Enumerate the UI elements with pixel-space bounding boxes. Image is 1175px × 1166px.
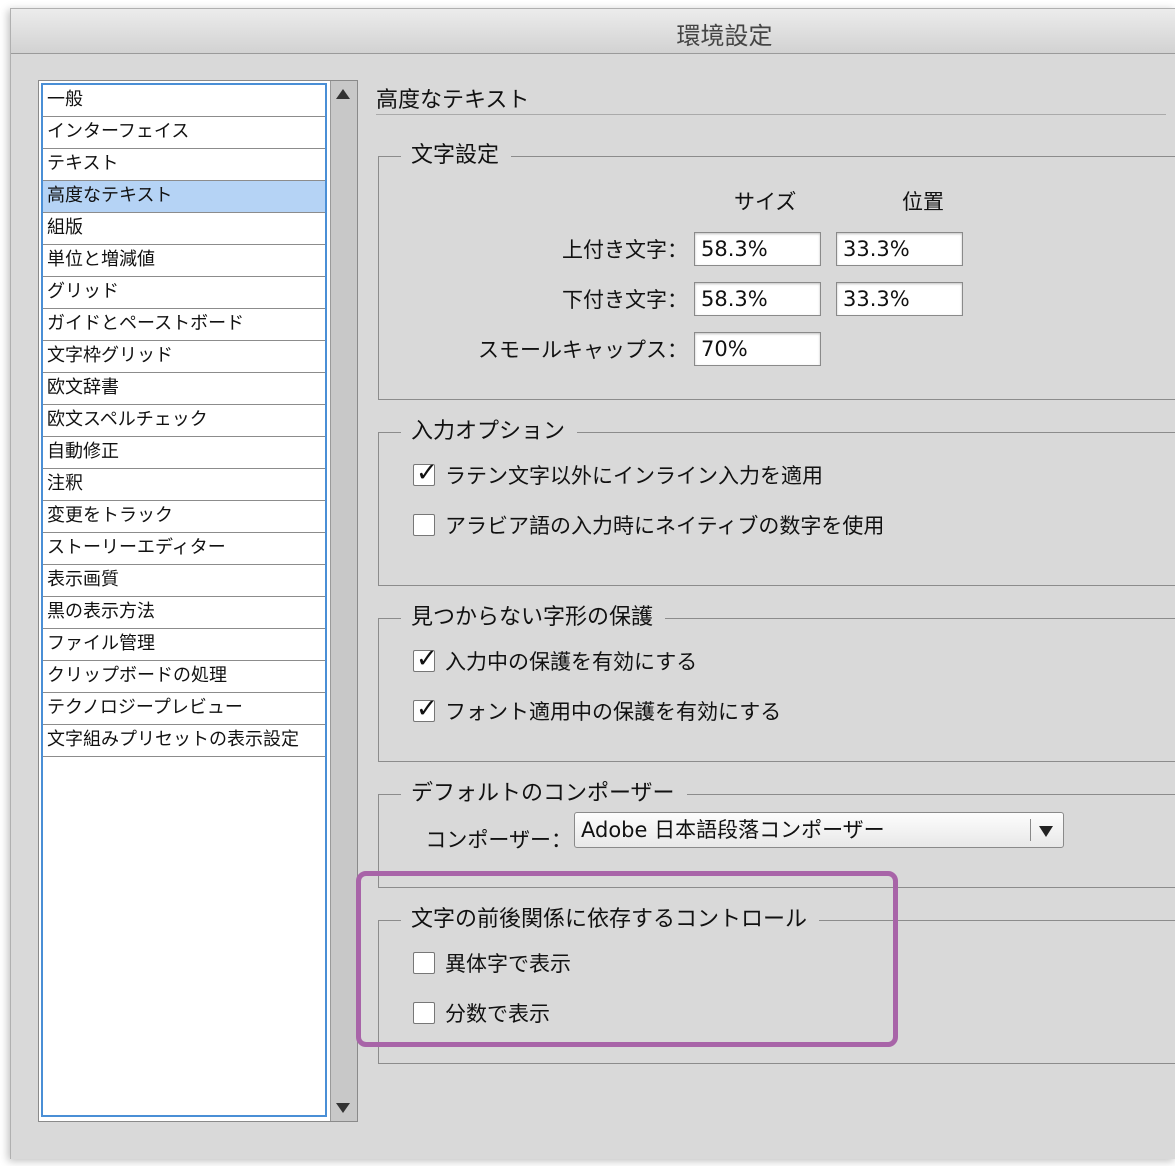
sidebar-item-story-editor[interactable]: ストーリーエディター (43, 533, 325, 565)
input-options-legend: 入力オプション (401, 417, 578, 447)
sidebar-item-composition[interactable]: 組版 (43, 213, 325, 245)
checkmark-icon: ✓ (416, 644, 438, 674)
superscript-size-field[interactable]: 58.3% (694, 232, 821, 266)
missing-glyph-legend: 見つからない字形の保護 (401, 603, 666, 633)
checkmark-icon: ✓ (416, 458, 438, 488)
protect-typing-checkbox[interactable]: ✓ (413, 644, 438, 674)
position-column-header: 位置 (902, 190, 944, 214)
protect-typing-label[interactable]: 入力中の保護を有効にする (445, 649, 697, 675)
category-list-container: 一般 インターフェイス テキスト 高度なテキスト 組版 単位と増減値 グリッド … (38, 80, 358, 1122)
category-list[interactable]: 一般 インターフェイス テキスト 高度なテキスト 組版 単位と増減値 グリッド … (41, 83, 327, 1117)
scroll-down-arrow-icon[interactable] (336, 1103, 350, 1113)
input-options-group: 入力オプション (378, 417, 1175, 586)
sidebar-item-autocorrect[interactable]: 自動修正 (43, 437, 325, 469)
chevron-down-icon[interactable] (1039, 826, 1053, 837)
sidebar-item-file-handling[interactable]: ファイル管理 (43, 629, 325, 661)
window-title: 環境設定 (676, 22, 773, 50)
sidebar-item-general[interactable]: 一般 (43, 85, 325, 117)
title-bar: 環境設定 (11, 9, 1175, 54)
panel-title: 高度なテキスト (376, 88, 530, 113)
inline-input-label[interactable]: ラテン文字以外にインライン入力を適用 (445, 463, 823, 489)
sidebar-item-spelling[interactable]: 欧文スペルチェック (43, 405, 325, 437)
default-composer-legend: デフォルトのコンポーザー (401, 779, 687, 809)
smallcaps-size-field[interactable]: 70% (694, 332, 821, 366)
protect-font-label[interactable]: フォント適用中の保護を有効にする (445, 699, 781, 725)
superscript-label: 上付き文字： (562, 238, 688, 262)
sidebar-item-units-increments[interactable]: 単位と増減値 (43, 245, 325, 277)
missing-glyph-group: 見つからない字形の保護 (378, 603, 1175, 762)
sidebar-item-clipboard-handling[interactable]: クリップボードの処理 (43, 661, 325, 693)
sidebar-item-grids[interactable]: グリッド (43, 277, 325, 309)
sidebar-item-track-changes[interactable]: 変更をトラック (43, 501, 325, 533)
composer-dropdown[interactable]: Adobe 日本語段落コンポーザー (574, 812, 1064, 848)
sidebar-item-frame-grid[interactable]: 文字枠グリッド (43, 341, 325, 373)
sidebar-item-dictionary[interactable]: 欧文辞書 (43, 373, 325, 405)
inline-input-checkbox[interactable]: ✓ (413, 458, 438, 488)
protect-font-checkbox[interactable]: ✓ (413, 694, 438, 724)
subscript-size-field[interactable]: 58.3% (694, 282, 821, 316)
size-column-header: サイズ (734, 190, 797, 214)
sidebar-item-advanced-type[interactable]: 高度なテキスト (43, 181, 325, 213)
sidebar-item-interface[interactable]: インターフェイス (43, 117, 325, 149)
subscript-position-field[interactable]: 33.3% (836, 282, 963, 316)
subscript-label: 下付き文字： (562, 288, 688, 312)
native-digits-label[interactable]: アラビア語の入力時にネイティブの数字を使用 (445, 513, 884, 539)
sidebar-item-mojikumi-display[interactable]: 文字組みプリセットの表示設定 (43, 725, 325, 757)
sidebar-item-display-performance[interactable]: 表示画質 (43, 565, 325, 597)
scroll-up-arrow-icon[interactable] (336, 89, 350, 99)
dropdown-separator (1030, 819, 1031, 841)
smallcaps-label: スモールキャップス： (478, 338, 688, 362)
annotation-highlight-box (356, 871, 898, 1047)
superscript-position-field[interactable]: 33.3% (836, 232, 963, 266)
sidebar-item-text[interactable]: テキスト (43, 149, 325, 181)
native-digits-checkbox[interactable] (413, 514, 435, 536)
checkmark-icon: ✓ (416, 694, 438, 724)
sidebar-item-technology-previews[interactable]: テクノロジープレビュー (43, 693, 325, 725)
sidebar-item-appearance-of-black[interactable]: 黒の表示方法 (43, 597, 325, 629)
char-settings-legend: 文字設定 (401, 141, 512, 171)
composer-label: コンポーザー： (425, 828, 572, 852)
sidebar-item-guides-pasteboard[interactable]: ガイドとペーストボード (43, 309, 325, 341)
sidebar-item-notes[interactable]: 注釈 (43, 469, 325, 501)
composer-dropdown-value: Adobe 日本語段落コンポーザー (581, 818, 885, 842)
list-scrollbar[interactable] (330, 81, 357, 1121)
panel-title-divider (376, 114, 1166, 115)
